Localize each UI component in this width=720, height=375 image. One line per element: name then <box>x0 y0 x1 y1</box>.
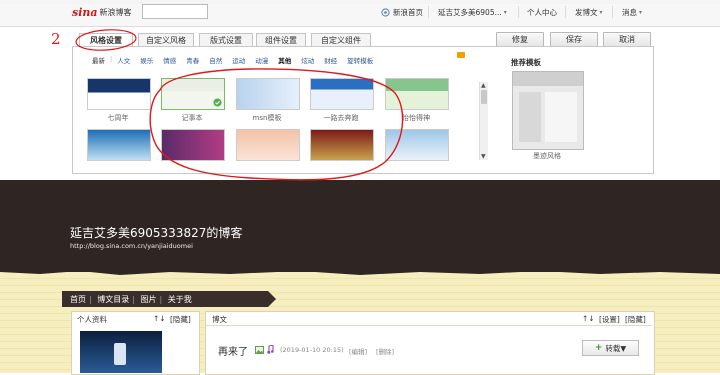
red-annotation-marks <box>75 29 404 181</box>
